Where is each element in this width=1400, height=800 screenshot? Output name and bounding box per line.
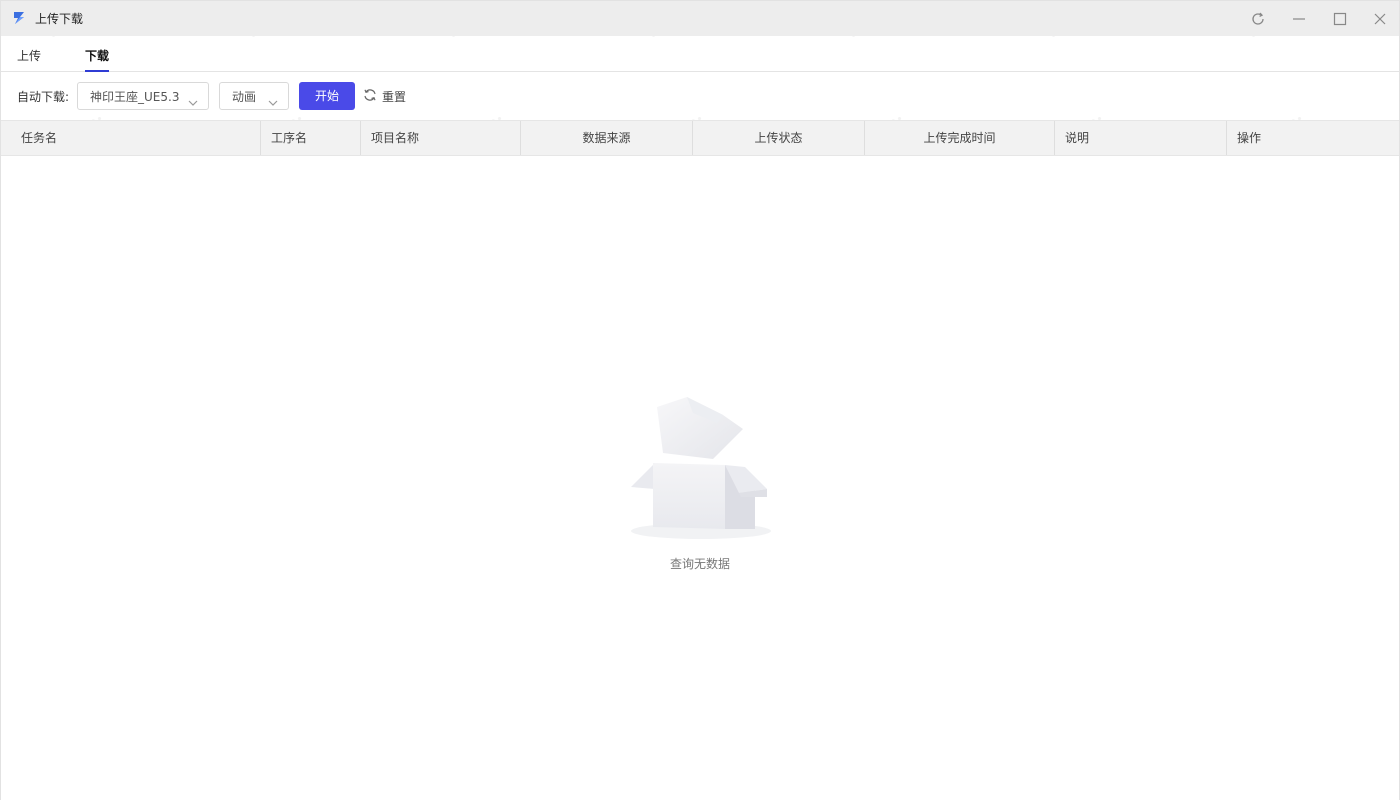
- reset-icon: [363, 87, 377, 106]
- maximize-button[interactable]: [1328, 7, 1352, 31]
- column-divider: [1226, 121, 1227, 155]
- tab-download[interactable]: 下载: [85, 48, 109, 64]
- type-select-value: 动画: [232, 90, 257, 104]
- maximize-icon: [1333, 12, 1347, 26]
- column-header-process-name[interactable]: 工序名: [271, 121, 307, 155]
- title-bar: 上传下载: [1, 1, 1399, 36]
- close-icon: [1374, 13, 1386, 25]
- minimize-button[interactable]: [1287, 7, 1311, 31]
- chevron-down-icon: [188, 92, 198, 111]
- window-title: 上传下载: [35, 12, 84, 26]
- column-header-upload-status[interactable]: 上传状态: [693, 121, 864, 155]
- toolbar: 自动下载: 神印王座_UE5.3 动画 开始 重置: [1, 72, 1399, 120]
- app-logo-icon: [11, 10, 27, 26]
- empty-box-icon: [627, 393, 775, 543]
- column-divider: [260, 121, 261, 155]
- column-header-task-name[interactable]: 任务名: [21, 121, 57, 155]
- table-header: 任务名 工序名 项目名称 数据来源 上传状态 上传完成时间 说明 操作: [1, 120, 1399, 156]
- tab-bar: 上传 下载: [1, 36, 1399, 72]
- column-header-data-source[interactable]: 数据来源: [521, 121, 692, 155]
- column-header-upload-complete-time[interactable]: 上传完成时间: [865, 121, 1054, 155]
- auto-download-label: 自动下载:: [17, 90, 70, 104]
- column-divider: [1054, 121, 1055, 155]
- tab-upload[interactable]: 上传: [17, 48, 41, 64]
- empty-state-text: 查询无数据: [669, 557, 730, 571]
- app-window: •••• •••••••• •••••••• •••••••• ••••••••…: [0, 0, 1400, 800]
- reset-label: 重置: [382, 89, 407, 104]
- start-button[interactable]: 开始: [299, 82, 355, 110]
- refresh-window-button[interactable]: [1246, 7, 1270, 31]
- column-header-project-name[interactable]: 项目名称: [371, 121, 419, 155]
- column-divider: [360, 121, 361, 155]
- column-header-description[interactable]: 说明: [1065, 121, 1089, 155]
- project-select[interactable]: 神印王座_UE5.3: [77, 82, 209, 110]
- refresh-icon: [1252, 12, 1264, 25]
- type-select[interactable]: 动画: [219, 82, 289, 110]
- column-header-actions[interactable]: 操作: [1237, 121, 1261, 155]
- close-button[interactable]: [1368, 7, 1392, 31]
- chevron-down-icon: [268, 92, 278, 111]
- project-select-value: 神印王座_UE5.3: [90, 90, 180, 104]
- minimize-icon: [1293, 18, 1305, 20]
- reset-button[interactable]: 重置: [363, 82, 406, 110]
